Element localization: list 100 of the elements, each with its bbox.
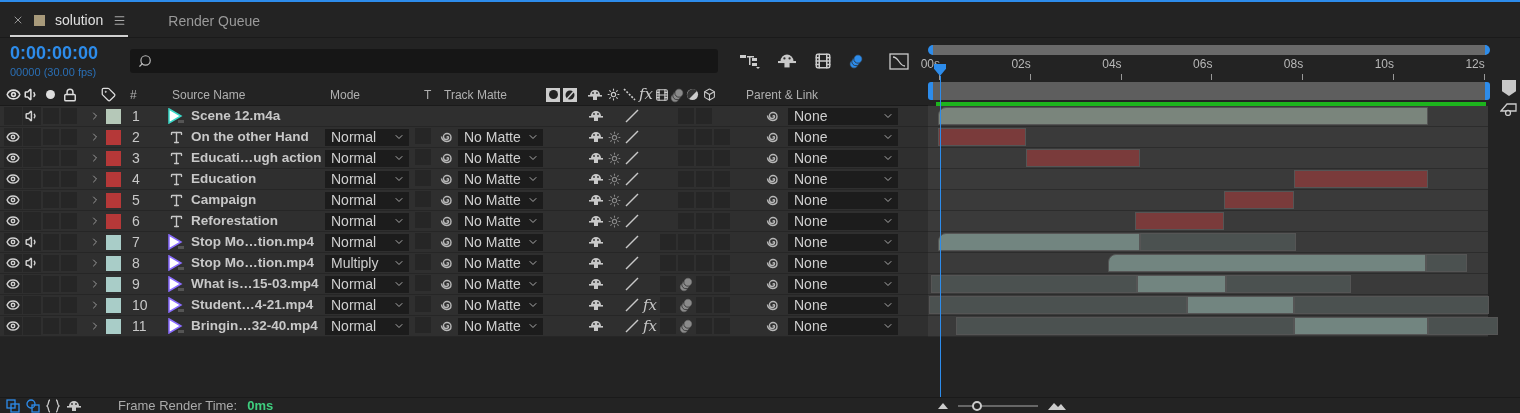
parent-dropdown[interactable]: None	[788, 191, 898, 209]
layer-row[interactable]: 9 What is…15-03.mp4 Normal No Matte None	[0, 274, 928, 295]
layer-duration-bar[interactable]	[1294, 317, 1429, 335]
track-matte-dropdown[interactable]: No Matte	[458, 170, 543, 188]
video-switch[interactable]	[4, 149, 22, 167]
blend-mode-dropdown[interactable]: Multiply	[325, 254, 409, 272]
quality-icon[interactable]	[625, 235, 639, 249]
quality-icon[interactable]	[625, 277, 639, 291]
video-switch[interactable]	[4, 128, 22, 146]
parent-dropdown[interactable]: None	[788, 149, 898, 167]
shy-icon[interactable]	[588, 319, 604, 333]
shy-icon[interactable]	[587, 87, 603, 102]
column-header[interactable]: Source Name	[170, 85, 330, 104]
label-swatch[interactable]	[106, 213, 121, 229]
current-time[interactable]: 0:00:00:00	[10, 41, 130, 64]
layer-name[interactable]: Student…4-21.mp4	[191, 294, 325, 316]
quality-icon[interactable]	[625, 130, 639, 144]
layer-row[interactable]: 11 Bringin…32-40.mp4 Normal No Matte fx None	[0, 316, 928, 337]
video-switch[interactable]	[4, 317, 22, 335]
zoom-slider[interactable]	[958, 400, 1038, 411]
layer-row[interactable]: 5 Campaign Normal No Matte None	[0, 190, 928, 211]
shy-icon[interactable]	[588, 298, 604, 312]
parent-dropdown[interactable]: None	[788, 212, 898, 230]
sun-icon[interactable]	[607, 193, 621, 207]
shy-icon[interactable]	[776, 52, 798, 70]
layer-name[interactable]: Stop Mo…tion.mp4	[191, 252, 325, 274]
layer-name[interactable]: What is…15-03.mp4	[191, 273, 325, 295]
layer-name[interactable]: Bringin…32-40.mp4	[191, 315, 325, 337]
effects-switch[interactable]: fx	[643, 297, 657, 313]
track-matte-dropdown[interactable]: No Matte	[458, 317, 543, 335]
track-matte-dropdown[interactable]: No Matte	[458, 128, 543, 146]
braces-icon[interactable]	[46, 398, 60, 413]
keyframe-icon[interactable]	[1500, 102, 1518, 116]
parent-dropdown[interactable]: None	[788, 233, 898, 251]
sun-icon[interactable]	[607, 214, 621, 228]
motion-blur-switch[interactable]	[677, 275, 695, 293]
parent-dropdown[interactable]: None	[788, 296, 898, 314]
hierarchy-icon[interactable]	[740, 52, 760, 70]
layer-row[interactable]: 8 Stop Mo…tion.mp4 Multiply No Matte None	[0, 253, 928, 274]
close-icon[interactable]	[12, 14, 24, 26]
label-swatch[interactable]	[106, 276, 121, 292]
video-switch[interactable]	[4, 254, 22, 272]
motion-blur-toggle-icon[interactable]	[848, 53, 864, 69]
layer-row[interactable]: 1 Scene 12.m4a None	[0, 106, 928, 127]
shy-icon[interactable]	[588, 151, 604, 165]
track-matte-dropdown[interactable]: No Matte	[458, 275, 543, 293]
overlap-icon[interactable]	[26, 398, 40, 413]
layer-duration-bar[interactable]	[937, 107, 1429, 125]
large-mountain-icon[interactable]	[1048, 401, 1066, 410]
quality-icon[interactable]	[625, 109, 639, 123]
track-matte-dropdown[interactable]: No Matte	[458, 149, 543, 167]
layer-duration-bar[interactable]	[1107, 254, 1426, 272]
layer-duration-bar[interactable]	[1137, 275, 1226, 293]
film-icon[interactable]	[814, 52, 832, 70]
layer-row[interactable]: 2 On the other Hand Normal No Matte None	[0, 127, 928, 148]
shy-icon[interactable]	[588, 109, 604, 123]
audio-switch[interactable]	[23, 233, 41, 251]
video-switch[interactable]	[4, 212, 22, 230]
effects-switch[interactable]: fx	[643, 318, 657, 334]
quality-icon[interactable]	[625, 193, 639, 207]
panel-tab[interactable]: solution	[10, 5, 129, 37]
layer-name[interactable]: Stop Mo…tion.mp4	[191, 231, 325, 253]
layer-name[interactable]: On the other Hand	[191, 126, 325, 148]
quality-icon[interactable]	[625, 256, 639, 270]
quality-icon[interactable]	[625, 319, 639, 333]
parent-dropdown[interactable]: None	[788, 170, 898, 188]
sun-icon[interactable]	[607, 130, 621, 144]
layer-row[interactable]: 3 Educati…ugh action Normal No Matte None	[0, 148, 928, 169]
label-swatch[interactable]	[106, 129, 121, 145]
shy-icon[interactable]	[588, 172, 604, 186]
label-swatch[interactable]	[106, 150, 121, 166]
blend-mode-dropdown[interactable]: Normal	[325, 128, 409, 146]
motion-blur-switch[interactable]	[677, 296, 695, 314]
layer-duration-bar[interactable]	[937, 128, 1027, 146]
layer-name[interactable]: Educati…ugh action	[191, 147, 325, 169]
shy-icon[interactable]	[588, 130, 604, 144]
shy-icon[interactable]	[588, 235, 604, 249]
video-switch[interactable]	[4, 296, 22, 314]
quality-icon[interactable]	[625, 172, 639, 186]
layer-name[interactable]: Scene 12.m4a	[191, 105, 325, 127]
layer-row[interactable]: 6 Reforestation Normal No Matte None	[0, 211, 928, 232]
label-swatch[interactable]	[106, 108, 121, 124]
label-swatch[interactable]	[106, 255, 121, 271]
track-matte-dropdown[interactable]: No Matte	[458, 191, 543, 209]
label-swatch[interactable]	[106, 297, 121, 313]
shy-icon[interactable]	[588, 277, 604, 291]
parent-dropdown[interactable]: None	[788, 317, 898, 335]
layer-duration-bar[interactable]	[937, 233, 1140, 251]
parent-dropdown[interactable]: None	[788, 275, 898, 293]
layer-duration-bar[interactable]	[1223, 191, 1295, 209]
layer-duration-bar[interactable]	[1187, 296, 1295, 314]
blend-mode-dropdown[interactable]: Normal	[325, 275, 409, 293]
shy-icon[interactable]	[588, 193, 604, 207]
quality-icon[interactable]	[625, 298, 639, 312]
graph-editor-icon[interactable]	[888, 51, 910, 71]
motion-blur-switch[interactable]	[677, 317, 695, 335]
quality-icon[interactable]	[625, 214, 639, 228]
quality-icon[interactable]	[625, 151, 639, 165]
motion-blur-icon[interactable]	[669, 86, 685, 103]
blend-mode-dropdown[interactable]: Normal	[325, 191, 409, 209]
